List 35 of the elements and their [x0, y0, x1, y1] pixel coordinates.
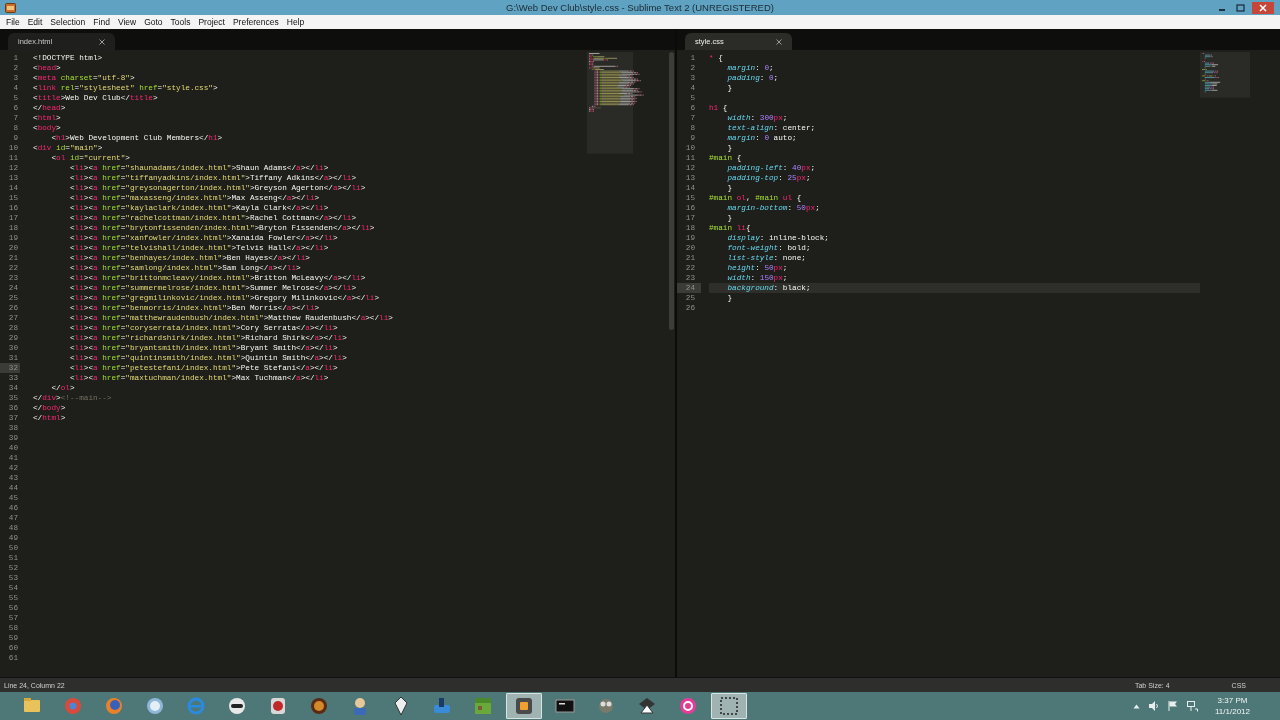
- close-icon[interactable]: [776, 38, 782, 45]
- app-icon: [226, 695, 248, 717]
- app-icon: [718, 695, 740, 717]
- app-icon: [144, 695, 166, 717]
- menu-item[interactable]: Find: [89, 17, 114, 27]
- app-icon: [677, 695, 699, 717]
- menu-item[interactable]: View: [113, 17, 141, 27]
- flag-icon[interactable]: [1168, 701, 1178, 711]
- speaker-icon[interactable]: [1149, 701, 1159, 711]
- app-icon: [103, 695, 125, 717]
- window-title: G:\Web Dev Club\style.css - Sublime Text 2 (UNREGISTERED): [506, 2, 774, 13]
- app-icon: [185, 695, 207, 717]
- menu-item[interactable]: Goto: [140, 17, 167, 27]
- clock-date[interactable]: 11/1/2012: [1215, 706, 1250, 717]
- menu-item[interactable]: Preferences: [228, 17, 283, 27]
- scrollbar-thumb[interactable]: [668, 52, 674, 330]
- menu-item[interactable]: Help: [282, 17, 309, 27]
- taskbar-button[interactable]: [711, 693, 747, 719]
- caret-icon[interactable]: [1133, 703, 1140, 709]
- app-icon: [5, 2, 16, 13]
- network-icon[interactable]: [1187, 700, 1198, 712]
- close-icon[interactable]: [1252, 1, 1274, 14]
- app-icon: [472, 695, 494, 717]
- clock-time[interactable]: 3:37 PM: [1217, 695, 1248, 706]
- app-icon: [513, 695, 535, 717]
- app-icon: [62, 695, 84, 717]
- menu-item[interactable]: File: [2, 17, 24, 27]
- menu-item[interactable]: Selection: [46, 17, 90, 27]
- app-icon: [308, 695, 330, 717]
- menu-item[interactable]: Tools: [166, 17, 195, 27]
- menu-item[interactable]: Edit: [23, 17, 47, 27]
- close-icon[interactable]: [99, 38, 105, 45]
- taskbar-button[interactable]: [506, 693, 542, 719]
- menu-item[interactable]: Project: [194, 17, 229, 27]
- maximize-icon[interactable]: [1234, 2, 1246, 13]
